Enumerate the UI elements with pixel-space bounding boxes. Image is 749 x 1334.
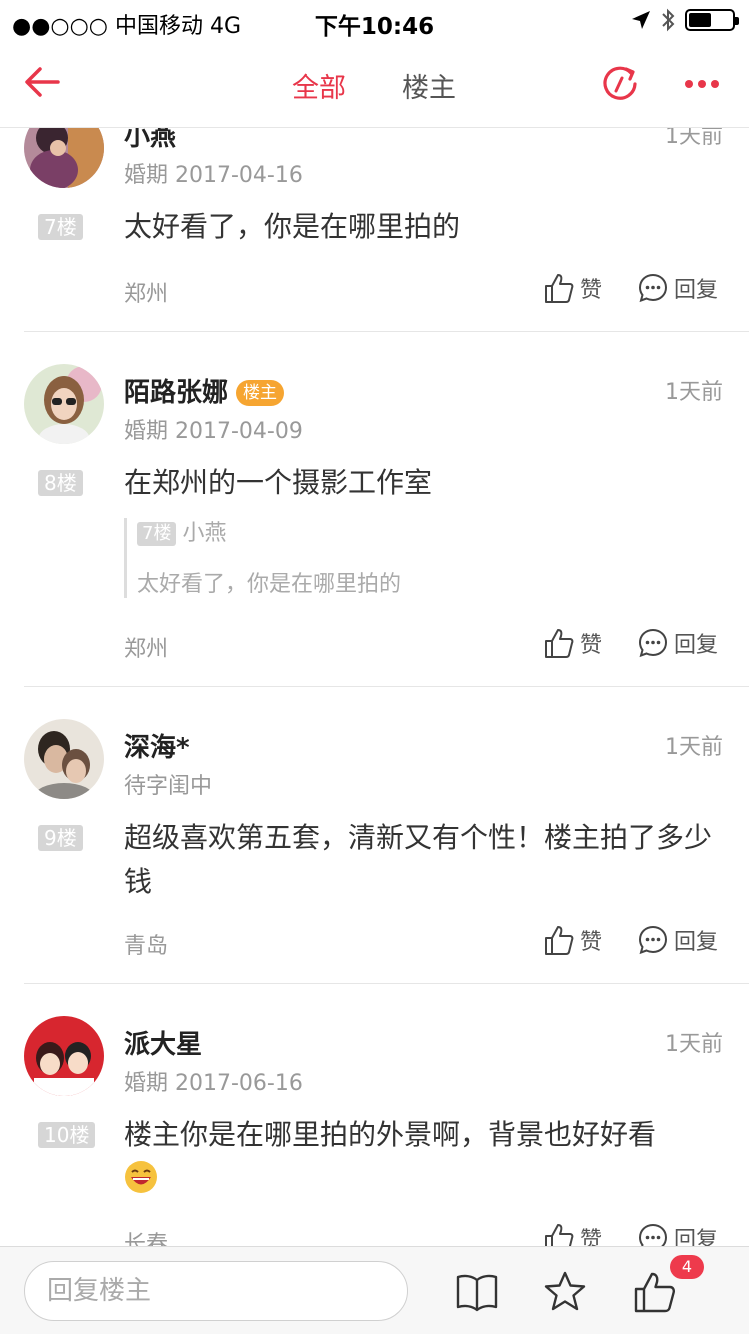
user-name-text: 陌路张娜: [124, 378, 229, 408]
like-label: 赞: [580, 633, 603, 658]
comment-bubble-icon: [638, 925, 668, 955]
user-name[interactable]: 深海*: [124, 727, 190, 764]
quote-floor-badge: 7楼: [137, 522, 177, 546]
status-icons: [631, 8, 739, 32]
quote-text: 太好看了，你是在哪里拍的: [137, 572, 402, 597]
divider: [24, 686, 749, 687]
quoted-comment[interactable]: 7楼 小燕 太好看了，你是在哪里拍的: [124, 518, 724, 598]
nav-bar: 全部 楼主: [0, 40, 749, 128]
like-label: 赞: [580, 930, 603, 955]
status-bar: ●●○○○ 中国移动 4G 下午10:46: [0, 0, 749, 40]
tab-op-only[interactable]: 楼主: [402, 66, 456, 105]
post-time: 1天前: [665, 380, 723, 405]
avatar[interactable]: [24, 1016, 104, 1096]
avatar[interactable]: [24, 719, 104, 799]
quote-author: 小燕: [182, 521, 227, 546]
reply-label: 回复: [674, 930, 719, 955]
avatar[interactable]: [24, 364, 104, 444]
thumbs-up-icon: [545, 629, 574, 658]
reply-label: 回复: [674, 633, 719, 658]
comment-text: 超级喜欢第五套，清新又有个性！楼主拍了多少钱: [124, 821, 713, 898]
bluetooth-icon: [662, 8, 675, 32]
comment-bubble-icon: [638, 628, 668, 658]
like-count-badge: 4: [670, 1255, 704, 1279]
reply-label: 回复: [674, 278, 719, 303]
battery-icon: [685, 9, 739, 31]
bottom-action-bar: 4: [0, 1246, 749, 1334]
laughing-face-icon: [125, 1161, 157, 1193]
user-name[interactable]: 陌路张娜 楼主: [124, 372, 285, 409]
reply-button[interactable]: 回复: [638, 922, 718, 958]
location: 青岛: [124, 934, 169, 959]
floor-badge: 10楼: [38, 1122, 96, 1148]
user-status: 待字闺中: [124, 774, 213, 799]
post-time: 1天前: [665, 1032, 723, 1057]
like-button[interactable]: 赞: [544, 270, 602, 306]
like-button[interactable]: 赞: [544, 625, 602, 661]
reply-button[interactable]: 回复: [638, 625, 718, 661]
comment-text: 楼主你是在哪里拍的外景啊，背景也好好看: [124, 1113, 729, 1201]
floor-badge: 8楼: [38, 470, 83, 496]
op-badge: 楼主: [236, 380, 285, 406]
thumbs-up-icon[interactable]: [632, 1269, 678, 1315]
divider: [24, 983, 749, 984]
post-time: 1天前: [665, 735, 723, 760]
comment-text: 在郑州的一个摄影工作室: [124, 466, 433, 499]
comment-bubble-icon: [638, 273, 668, 303]
wedding-date: 婚期 2017-06-16: [124, 1071, 303, 1096]
wedding-date: 婚期 2017-04-09: [124, 419, 303, 444]
comment-text: 太好看了，你是在哪里拍的: [124, 210, 461, 243]
like-button[interactable]: 赞: [544, 922, 602, 958]
back-arrow-icon[interactable]: [22, 62, 62, 102]
share-refresh-icon[interactable]: [600, 64, 640, 104]
thumbs-up-icon: [545, 926, 574, 955]
tab-all[interactable]: 全部: [292, 66, 346, 105]
location: 郑州: [124, 282, 169, 307]
divider: [24, 331, 749, 332]
quote-header: 7楼 小燕: [137, 518, 724, 550]
like-label: 赞: [580, 278, 603, 303]
book-icon[interactable]: [454, 1269, 500, 1315]
more-options-icon[interactable]: [682, 72, 722, 96]
floor-badge: 9楼: [38, 825, 83, 851]
floor-badge: 7楼: [38, 214, 83, 240]
comment-text-body: 楼主你是在哪里拍的外景啊，背景也好好看: [124, 1118, 657, 1151]
reply-button[interactable]: 回复: [638, 270, 718, 306]
location: 郑州: [124, 637, 169, 662]
location-arrow-icon: [632, 11, 650, 29]
wedding-date: 婚期 2017-04-16: [124, 163, 303, 188]
star-icon[interactable]: [542, 1269, 588, 1315]
reply-input[interactable]: [24, 1261, 408, 1321]
user-name[interactable]: 派大星: [124, 1024, 202, 1061]
thumbs-up-icon: [545, 274, 574, 303]
